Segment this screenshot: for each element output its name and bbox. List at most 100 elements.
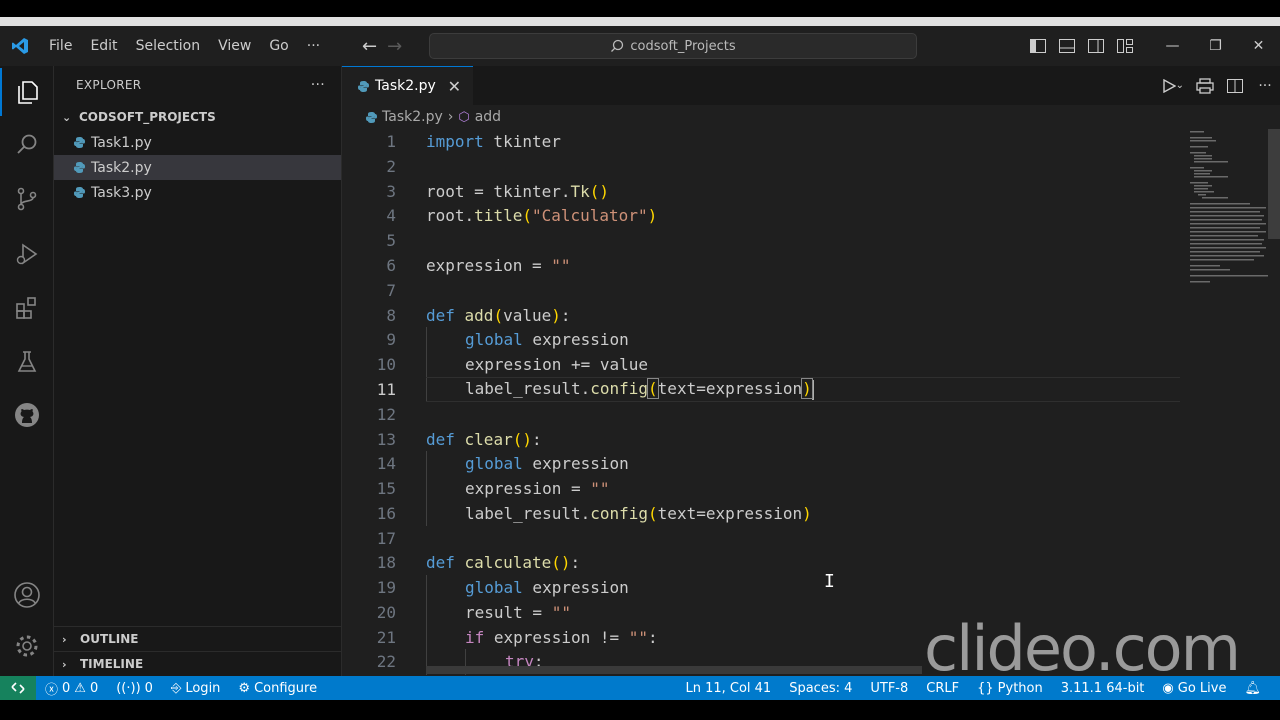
run-and-debug-icon[interactable] xyxy=(0,230,54,278)
menu-view[interactable]: View xyxy=(209,38,260,54)
python-file-icon xyxy=(74,137,85,148)
minimap[interactable] xyxy=(1182,129,1280,676)
vscode-logo-icon xyxy=(0,26,40,66)
horizontal-scrollbar[interactable] xyxy=(426,666,922,674)
line-number: 22 xyxy=(376,652,396,671)
code-line: 9 global expression xyxy=(342,327,1182,352)
testing-icon[interactable] xyxy=(0,338,54,386)
file-item-label: Task2.py xyxy=(91,159,152,176)
problems-indicator[interactable]: ⓧ 0 ⚠ 0 xyxy=(36,679,107,698)
code-line: 15 expression = "" xyxy=(342,476,1182,501)
login-button[interactable]: ⎆ Login xyxy=(162,681,229,696)
cursor-position[interactable]: Ln 11, Col 41 xyxy=(676,681,780,696)
python-file-icon xyxy=(366,111,377,123)
line-number: 11 xyxy=(376,380,396,399)
ports-indicator[interactable]: ((·)) 0 xyxy=(107,681,162,696)
more-actions-icon[interactable]: ··· xyxy=(1250,78,1280,94)
line-number: 4 xyxy=(386,206,396,225)
line-number: 12 xyxy=(376,405,396,424)
source-control-icon[interactable] xyxy=(0,175,54,223)
ports-count: 0 xyxy=(144,680,153,696)
back-arrow-icon[interactable]: ← xyxy=(362,36,377,57)
extensions-icon[interactable] xyxy=(0,284,54,332)
line-number: 9 xyxy=(386,330,396,349)
file-item-task1[interactable]: Task1.py xyxy=(54,130,341,155)
command-center-search[interactable]: codsoft_Projects xyxy=(429,33,917,59)
outline-section[interactable]: › OUTLINE xyxy=(54,626,342,651)
file-item-task3[interactable]: Task3.py xyxy=(54,180,341,205)
line-number: 21 xyxy=(376,628,396,647)
explorer-icon[interactable] xyxy=(0,68,54,116)
code-text: global expression xyxy=(465,330,629,349)
accounts-icon[interactable] xyxy=(0,571,54,619)
explorer-sidebar: EXPLORER ··· ⌄ CODSOFT_PROJECTS Task1.py… xyxy=(54,66,342,676)
code-editor[interactable]: 1 import tkinter 2 3 root = tkinter.Tk() 4… xyxy=(342,129,1182,676)
error-count: 0 xyxy=(62,680,71,696)
close-window-icon[interactable]: ✕ xyxy=(1237,38,1280,54)
text-cursor xyxy=(811,379,814,400)
code-text: root = tkinter.Tk() xyxy=(426,182,610,201)
code-line: 2 xyxy=(342,154,1182,179)
code-text: def add(value): xyxy=(426,306,571,325)
print-icon[interactable] xyxy=(1190,77,1220,94)
minimize-icon[interactable]: — xyxy=(1151,38,1194,54)
chevron-right-icon: › xyxy=(62,657,67,671)
menu-edit[interactable]: Edit xyxy=(81,38,126,54)
chevron-down-icon[interactable]: ⌄ xyxy=(1176,80,1184,91)
menu-more[interactable]: ··· xyxy=(298,38,329,54)
vertical-scrollbar-thumb[interactable] xyxy=(1268,129,1280,239)
search-text: codsoft_Projects xyxy=(630,38,736,54)
line-number: 19 xyxy=(376,578,396,597)
chevron-right-icon: › xyxy=(447,109,454,125)
file-item-label: Task1.py xyxy=(91,134,152,151)
encoding[interactable]: UTF-8 xyxy=(861,681,917,696)
github-icon[interactable] xyxy=(0,391,54,439)
menu-selection[interactable]: Selection xyxy=(127,38,210,54)
line-number: 5 xyxy=(386,231,396,250)
toggle-panel-icon[interactable] xyxy=(1052,39,1081,53)
outline-label: OUTLINE xyxy=(80,632,139,646)
video-border xyxy=(0,17,1280,26)
close-icon[interactable]: ✕ xyxy=(448,77,461,96)
line-number: 18 xyxy=(376,553,396,572)
video-letterbox-bottom xyxy=(0,700,1280,720)
manage-gear-icon[interactable] xyxy=(0,622,54,670)
breadcrumb-symbol[interactable]: add xyxy=(475,109,501,125)
watermark: clideo.com xyxy=(924,612,1241,685)
forward-arrow-icon[interactable]: → xyxy=(387,36,402,57)
remote-indicator-icon[interactable] xyxy=(0,676,36,700)
file-item-task2[interactable]: Task2.py xyxy=(54,155,341,180)
line-number: 16 xyxy=(376,504,396,523)
code-line: 7 xyxy=(342,278,1182,303)
menu-go[interactable]: Go xyxy=(260,38,297,54)
split-editor-icon[interactable] xyxy=(1220,78,1250,93)
tab-label: Task2.py xyxy=(375,78,436,94)
breadcrumb-file[interactable]: Task2.py xyxy=(382,109,443,125)
notifications-bell-icon[interactable]: 🔔︎ xyxy=(1235,681,1270,696)
line-number: 10 xyxy=(376,355,396,374)
configure-label: Configure xyxy=(254,680,318,696)
customize-layout-icon[interactable] xyxy=(1110,39,1139,53)
code-line: 4 root.title("Calculator") xyxy=(342,203,1182,228)
code-line-current: 11 label_result.config(text=expression) xyxy=(342,377,1182,402)
search-icon[interactable] xyxy=(0,120,54,168)
code-line: 1 import tkinter xyxy=(342,129,1182,154)
code-text: import tkinter xyxy=(426,132,561,151)
toggle-secondary-sidebar-icon[interactable] xyxy=(1081,39,1110,53)
configure-button[interactable]: ⚙ Configure xyxy=(229,681,326,696)
menu-file[interactable]: File xyxy=(40,38,81,54)
project-folder[interactable]: ⌄ CODSOFT_PROJECTS xyxy=(54,104,341,130)
code-text: result = "" xyxy=(465,603,571,622)
toggle-primary-sidebar-icon[interactable] xyxy=(1023,39,1052,53)
restore-icon[interactable]: ❐ xyxy=(1194,38,1237,54)
timeline-section[interactable]: › TIMELINE xyxy=(54,651,342,676)
breadcrumb: Task2.py › ⬡ add xyxy=(342,105,1280,129)
line-number: 8 xyxy=(386,306,396,325)
code-text: global expression xyxy=(465,454,629,473)
mouse-ibeam-cursor-icon: I xyxy=(824,571,835,592)
tab-task2[interactable]: Task2.py ✕ xyxy=(342,66,473,105)
line-number: 7 xyxy=(386,281,396,300)
explorer-more-icon[interactable]: ··· xyxy=(311,77,325,93)
indentation[interactable]: Spaces: 4 xyxy=(780,681,861,696)
chevron-right-icon: › xyxy=(62,632,67,646)
